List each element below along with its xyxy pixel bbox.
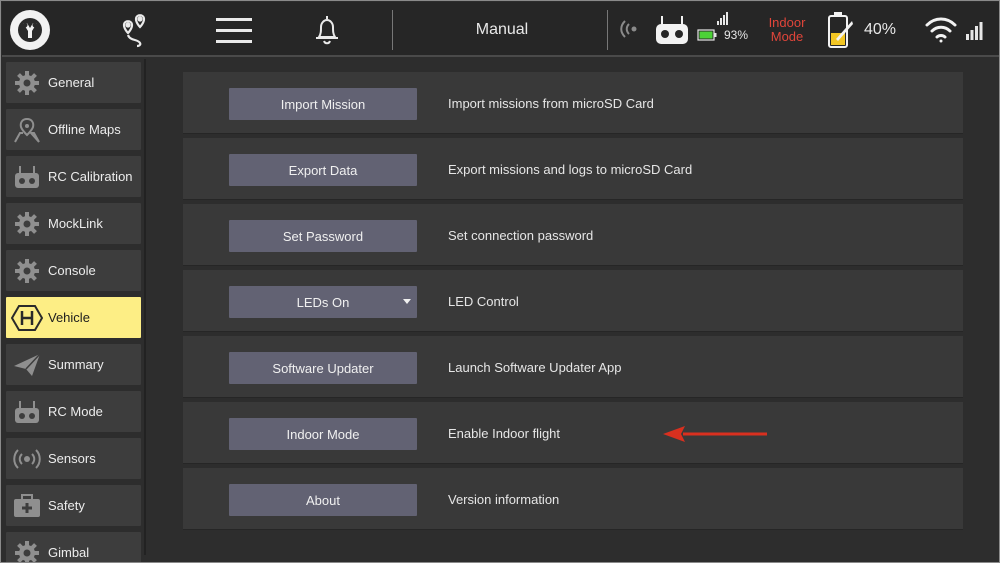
paper-plane-icon — [6, 344, 48, 385]
sidebar-divider — [144, 59, 146, 555]
rc-signal-percent: 93% — [720, 26, 752, 44]
indoor-mode-line2: Mode — [770, 29, 804, 44]
sidebar-item-label: Summary — [48, 357, 104, 372]
sidebar-item-vehicle[interactable]: Vehicle — [6, 297, 141, 338]
annotation-arrow-icon — [663, 426, 767, 442]
row-description: Enable Indoor flight — [448, 425, 561, 441]
row-description: LED Control — [448, 293, 519, 309]
waypoint-map-icon[interactable] — [110, 10, 154, 50]
settings-row-import-mission: Import Mission Import missions from micr… — [183, 72, 963, 134]
settings-row-about: About Version information — [183, 468, 963, 530]
gear-icon — [6, 62, 48, 103]
sidebar-item-mocklink[interactable]: MockLink — [6, 203, 141, 244]
sidebar-item-gimbal[interactable]: Gimbal — [6, 532, 141, 562]
settings-row-software-updater: Software Updater Launch Software Updater… — [183, 336, 963, 398]
button-label: Indoor Mode — [286, 426, 360, 442]
toolbar-separator — [392, 10, 393, 50]
signal-bars-icon — [715, 10, 731, 26]
sidebar-item-rc-calibration[interactable]: RC Calibration — [6, 156, 141, 197]
hexagon-h-icon — [6, 297, 48, 338]
button-label: Import Mission — [280, 96, 366, 112]
sidebar-item-label: RC Mode — [48, 404, 103, 419]
button-label: Software Updater — [272, 360, 374, 376]
chevron-down-icon — [403, 299, 411, 304]
export-data-button[interactable]: Export Data — [229, 154, 417, 186]
indoor-mode-indicator[interactable]: Indoor Mode — [762, 14, 812, 46]
drone-battery-icon[interactable] — [824, 10, 856, 50]
battery-percent: 40% — [860, 18, 900, 42]
sidebar-item-summary[interactable]: Summary — [6, 344, 141, 385]
settings-row-led-control: LEDs On LED Control — [183, 270, 963, 332]
row-description: Version information — [448, 491, 560, 507]
app-window: Manual 93% Indoor Mode 40% General Offli… — [0, 0, 1000, 563]
indoor-mode-button[interactable]: Indoor Mode — [229, 418, 417, 450]
rc-controller-icon — [6, 156, 48, 197]
gear-icon — [6, 532, 48, 562]
sidebar-item-safety[interactable]: Safety — [6, 485, 141, 526]
row-description: Launch Software Updater App — [448, 359, 622, 375]
sidebar-item-rc-mode[interactable]: RC Mode — [6, 391, 141, 432]
rc-signal-percent-text: 93% — [723, 28, 749, 42]
map-pin-icon — [6, 109, 48, 150]
settings-sidebar: General Offline Maps RC Calibration Mock… — [2, 59, 144, 562]
sidebar-item-label: Console — [48, 263, 96, 278]
sidebar-item-offline-maps[interactable]: Offline Maps — [6, 109, 141, 150]
row-description: Import missions from microSD Card — [448, 95, 654, 111]
bell-icon[interactable] — [308, 10, 346, 50]
logo-icon[interactable] — [10, 10, 50, 50]
button-label: Set Password — [282, 228, 364, 244]
gear-icon — [6, 203, 48, 244]
set-password-button[interactable]: Set Password — [229, 220, 417, 252]
settings-row-indoor-mode: Indoor Mode Enable Indoor flight — [183, 402, 963, 464]
row-description: Export missions and logs to microSD Card — [448, 161, 693, 177]
sidebar-item-label: Vehicle — [48, 310, 90, 325]
sidebar-item-console[interactable]: Console — [6, 250, 141, 291]
battery-percent-text: 40% — [863, 21, 897, 38]
flight-mode-selector[interactable]: Manual — [402, 10, 602, 50]
first-aid-kit-icon — [6, 485, 48, 526]
import-mission-button[interactable]: Import Mission — [229, 88, 417, 120]
broadcast-icon[interactable] — [616, 14, 646, 44]
row-description: Set connection password — [448, 227, 594, 243]
button-label: About — [306, 492, 340, 508]
button-label: Export Data — [288, 162, 358, 178]
battery-icon — [697, 28, 717, 42]
gear-icon — [6, 250, 48, 291]
top-toolbar: Manual 93% Indoor Mode 40% — [2, 2, 999, 57]
sidebar-item-label: Sensors — [48, 451, 96, 466]
sidebar-item-label: Safety — [48, 498, 85, 513]
software-updater-button[interactable]: Software Updater — [229, 352, 417, 384]
sidebar-item-label: RC Calibration — [48, 169, 133, 184]
about-button[interactable]: About — [229, 484, 417, 516]
sidebar-item-label: Offline Maps — [48, 122, 121, 137]
toolbar-separator — [607, 10, 608, 50]
sidebar-item-label: MockLink — [48, 216, 103, 231]
wifi-icon[interactable] — [922, 14, 960, 46]
settings-row-export-data: Export Data Export missions and logs to … — [183, 138, 963, 200]
sidebar-item-label: General — [48, 75, 95, 90]
sidebar-item-label: Gimbal — [48, 545, 90, 560]
rc-controller-icon — [6, 391, 48, 432]
broadcast-icon — [6, 438, 48, 479]
dropdown-selected-value: LEDs On — [296, 294, 350, 310]
settings-row-set-password: Set Password Set connection password — [183, 204, 963, 266]
indoor-mode-line1: Indoor — [768, 15, 806, 30]
flight-mode-label: Manual — [475, 21, 529, 38]
rc-controller-icon[interactable] — [652, 12, 692, 48]
sidebar-item-general[interactable]: General — [6, 62, 141, 103]
hamburger-menu-icon[interactable] — [212, 12, 256, 48]
leds-dropdown[interactable]: LEDs On — [229, 286, 417, 318]
sidebar-item-sensors[interactable]: Sensors — [6, 438, 141, 479]
signal-bars-icon — [964, 18, 986, 42]
